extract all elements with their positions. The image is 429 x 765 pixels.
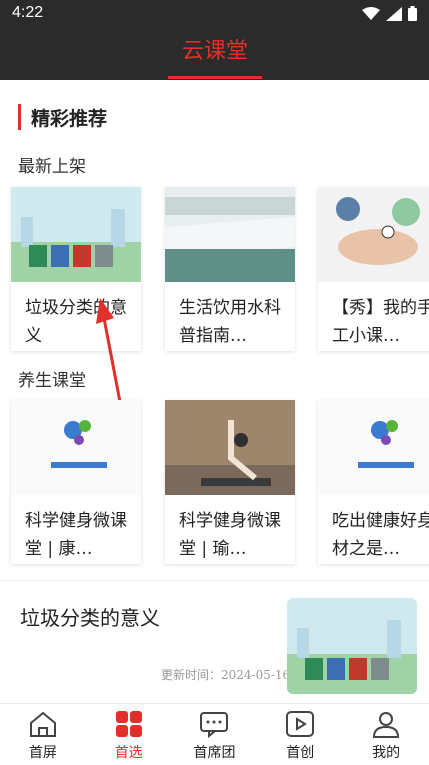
user-icon (373, 712, 400, 738)
nav-label: 我的 (372, 745, 401, 761)
wifi-icon (362, 6, 380, 20)
wellness-heading: 养生课堂 (18, 371, 86, 391)
grid-icon (115, 711, 142, 737)
card-title: 科学健身微课堂 | 瑜… (179, 511, 281, 559)
status-time: 4:22 (12, 4, 44, 21)
card-thumb (318, 187, 429, 282)
card-thumb (11, 187, 141, 282)
article-title: 垃圾分类的意义 (20, 606, 160, 630)
card-thumb (165, 187, 295, 282)
card-thumb (11, 400, 141, 495)
battery-icon (408, 6, 417, 21)
video-icon (286, 711, 315, 737)
water-dam-thumbnail (165, 187, 295, 282)
section-title: 精彩推荐 (18, 104, 107, 130)
nav-item-chief-team[interactable]: 首席团 (172, 704, 258, 765)
handcraft-thumbnail (318, 187, 429, 282)
nav-item-home[interactable]: 首屏 (0, 704, 86, 765)
signal-icon (386, 6, 402, 21)
card-latest-2[interactable]: 生活饮用水科普指南… (165, 187, 295, 351)
card-title: 【秀】我的手工小课… (332, 298, 429, 346)
nav-label: 首创 (286, 745, 315, 761)
card-wellness-2[interactable]: 科学健身微课堂 | 瑜… (165, 400, 295, 564)
latest-heading: 最新上架 (18, 157, 86, 177)
nav-item-create[interactable]: 首创 (257, 704, 343, 765)
card-wellness-1[interactable]: 科学健身微课堂 | 康… (11, 400, 141, 564)
home-icon (29, 711, 56, 737)
bottom-nav: 首屏 首选 首席团 首创 我的 (0, 703, 429, 765)
nav-label: 首选 (114, 745, 143, 761)
article-thumbnail (287, 598, 417, 694)
garbage-sorting-thumbnail (287, 598, 417, 694)
status-icons (362, 6, 417, 21)
card-thumb (318, 400, 429, 495)
card-title: 科学健身微课堂 | 康… (25, 511, 127, 559)
section-title-text: 精彩推荐 (31, 107, 108, 130)
divider (0, 580, 429, 581)
tab-cloud-class[interactable]: 云课堂 (168, 28, 262, 80)
garbage-sorting-thumbnail (11, 187, 141, 282)
header: 云课堂 (0, 28, 429, 80)
article-item[interactable]: 垃圾分类的意义 更新时间：2024-05-16 (0, 590, 429, 703)
card-title: 吃出健康好身材之是… (332, 511, 429, 559)
card-thumb (165, 400, 295, 495)
card-latest-3[interactable]: 【秀】我的手工小课… (318, 187, 429, 351)
fitness-logo-thumbnail (11, 400, 141, 495)
card-title: 生活饮用水科普指南… (179, 298, 281, 346)
article-updated-time: 更新时间：2024-05-16 (161, 668, 291, 682)
main-content[interactable]: 精彩推荐 最新上架 垃圾分类的意义 生活饮用水科普指南… 【秀】我的手工小课… … (0, 80, 429, 703)
nav-item-mine[interactable]: 我的 (343, 704, 429, 765)
fitness-logo-thumbnail (318, 400, 429, 495)
nav-item-featured[interactable]: 首选 (86, 704, 172, 765)
nav-label: 首屏 (28, 745, 57, 761)
section-accent-bar (18, 104, 21, 130)
pointer-arrow (96, 298, 122, 403)
chat-icon (200, 712, 229, 738)
tab-underline (168, 76, 262, 79)
nav-label: 首席团 (193, 745, 236, 761)
yoga-thumbnail (165, 400, 295, 495)
card-wellness-3[interactable]: 吃出健康好身材之是… (318, 400, 429, 564)
status-bar: 4:22 (0, 0, 429, 28)
